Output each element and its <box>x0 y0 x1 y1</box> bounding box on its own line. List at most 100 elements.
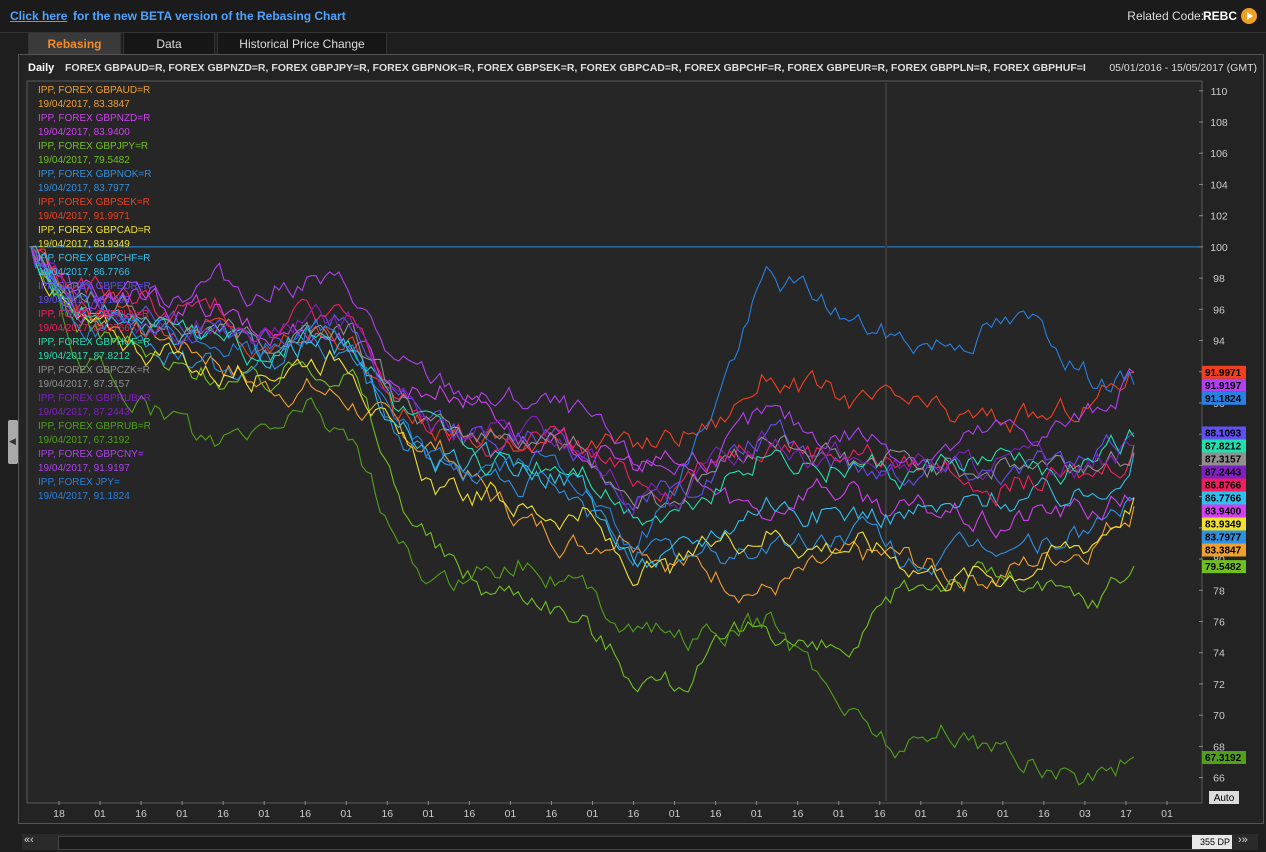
last-value-label: 83.9349 <box>1205 519 1242 530</box>
x-tick-label: 01 <box>587 808 599 820</box>
x-tick-label: 01 <box>94 808 106 820</box>
horizontal-scrollbar[interactable]: «‹ <box>22 834 1258 850</box>
legend-series-name: IPP, FOREX GBPPLN=R <box>38 309 149 320</box>
legend-series-value: 19/04/2017, 83.3847 <box>38 99 130 110</box>
y-tick-label: 74 <box>1213 648 1225 660</box>
beta-text: for the new BETA version of the Rebasing… <box>73 9 346 23</box>
legend-series-name: IPP, FOREX GBPNZD=R <box>38 113 150 124</box>
x-tick-label: 16 <box>299 808 311 820</box>
last-value-label: 87.3157 <box>1205 454 1242 465</box>
x-tick-label: 01 <box>1161 808 1173 820</box>
y-tick-label: 100 <box>1210 242 1228 254</box>
scroll-left-icon[interactable]: «‹ <box>24 834 34 846</box>
legend-series-name: IPP, FOREX GBPRUB=R <box>38 421 151 432</box>
legend-series-name: IPP, FOREX GBPCZK=R <box>38 365 150 376</box>
x-tick-label: 01 <box>669 808 681 820</box>
legend-series-name: IPP, FOREX GBPCNY= <box>38 449 144 460</box>
scroll-track[interactable] <box>58 836 1200 850</box>
last-value-label: 86.7766 <box>1205 493 1242 504</box>
chart-instruments: FOREX GBPAUD=R, FOREX GBPNZD=R, FOREX GB… <box>65 62 1086 74</box>
y-tick-label: 94 <box>1213 336 1225 348</box>
x-tick-label: 16 <box>710 808 722 820</box>
x-tick-label: 16 <box>956 808 968 820</box>
legend-series-name: IPP, FOREX GBPSEK=R <box>38 197 150 208</box>
x-tick-label: 01 <box>833 808 845 820</box>
legend-series-value: 19/04/2017, 87.3157 <box>38 379 130 390</box>
x-tick-label: 17 <box>1120 808 1132 820</box>
x-tick-label: 18 <box>53 808 65 820</box>
x-tick-label: 03 <box>1079 808 1091 820</box>
x-tick-label: 01 <box>505 808 517 820</box>
y-tick-label: 98 <box>1213 273 1225 285</box>
x-tick-label: 16 <box>217 808 229 820</box>
related-code-value[interactable]: REBC <box>1203 9 1237 23</box>
x-tick-label: 16 <box>874 808 886 820</box>
legend-series-value: 19/04/2017, 91.9197 <box>38 463 130 474</box>
last-value-label: 83.3847 <box>1205 545 1242 556</box>
legend-series-name: IPP, FOREX GBPCHF=R <box>38 253 150 264</box>
related-code-label: Related Code: <box>1127 9 1204 23</box>
last-value-label: 91.9197 <box>1205 381 1242 392</box>
last-value-label: 91.1824 <box>1205 394 1242 405</box>
legend-series-value: 19/04/2017, 87.2443 <box>38 407 130 418</box>
auto-button[interactable]: Auto <box>1209 791 1239 804</box>
legend-series-name: IPP, FOREX GBPJPY=R <box>38 141 148 152</box>
legend-series-name: IPP, FOREX GBPNOK=R <box>38 169 151 180</box>
legend-series-name: IPP, FOREX GBPRUB=R <box>38 393 151 404</box>
legend-series-value: 19/04/2017, 86.8766 <box>38 323 130 334</box>
legend-series-value: 19/04/2017, 83.7977 <box>38 183 130 194</box>
x-tick-label: 01 <box>997 808 1009 820</box>
legend-series-value: 19/04/2017, 79.5482 <box>38 155 130 166</box>
chart-frame: Daily FOREX GBPAUD=R, FOREX GBPNZD=R, FO… <box>18 54 1264 836</box>
x-tick-label: 01 <box>422 808 434 820</box>
last-value-label: 87.2443 <box>1205 467 1242 478</box>
rebasing-chart: Daily FOREX GBPAUD=R, FOREX GBPNZD=R, FO… <box>26 62 1257 836</box>
legend-series-value: 19/04/2017, 83.9400 <box>38 127 130 138</box>
scroll-right-icon[interactable]: ›» <box>1238 834 1248 846</box>
tab-rebasing[interactable]: Rebasing <box>28 32 121 54</box>
y-tick-label: 78 <box>1213 585 1225 597</box>
y-tick-label: 70 <box>1213 710 1225 722</box>
x-tick-label: 16 <box>464 808 476 820</box>
last-value-label: 83.9400 <box>1205 506 1242 517</box>
chart-date-range: 05/01/2016 - 15/05/2017 (GMT) <box>1109 62 1257 74</box>
x-tick-label: 01 <box>176 808 188 820</box>
y-tick-label: 76 <box>1213 617 1225 629</box>
x-tick-label: 16 <box>628 808 640 820</box>
tab-historical-price-change[interactable]: Historical Price Change <box>217 32 387 54</box>
x-tick-label: 16 <box>546 808 558 820</box>
last-value-label: 83.7977 <box>1205 532 1242 543</box>
chart-period: Daily <box>28 62 55 74</box>
legend-series-name: IPP, FOREX GBPCAD=R <box>38 225 151 236</box>
y-tick-label: 72 <box>1213 679 1225 691</box>
legend-series-value: 19/04/2017, 83.9349 <box>38 239 130 250</box>
last-value-label: 86.8766 <box>1205 480 1242 491</box>
legend-series-name: IPP, FOREX GBPEUR=R <box>38 281 151 292</box>
x-tick-label: 01 <box>340 808 352 820</box>
auto-label: Auto <box>1214 793 1235 804</box>
dp-count-field[interactable]: 355 DP <box>1192 835 1232 849</box>
x-tick-label: 16 <box>792 808 804 820</box>
play-icon[interactable] <box>1241 8 1257 24</box>
last-value-label: 88.1093 <box>1205 428 1242 439</box>
tab-data[interactable]: Data <box>123 32 215 54</box>
beta-link[interactable]: Click here <box>10 9 67 23</box>
x-tick-label: 01 <box>751 808 763 820</box>
legend-series-name: IPP, FOREX GBPHUF=R <box>38 337 150 348</box>
y-tick-label: 106 <box>1210 148 1228 160</box>
legend-series-value: 19/04/2017, 67.3192 <box>38 435 130 446</box>
legend-series-value: 19/04/2017, 91.9971 <box>38 211 130 222</box>
side-panel-handle[interactable]: ◀ <box>8 420 18 464</box>
x-tick-label: 01 <box>258 808 270 820</box>
y-tick-label: 108 <box>1210 117 1228 129</box>
legend-series-value: 19/04/2017, 87.8212 <box>38 351 130 362</box>
y-tick-label: 102 <box>1210 211 1228 223</box>
chevron-left-icon: ◀ <box>9 436 16 446</box>
legend-series-value: 19/04/2017, 88.1093 <box>38 295 130 306</box>
y-tick-label: 110 <box>1211 86 1228 98</box>
x-tick-label: 16 <box>381 808 393 820</box>
legend-series-name: IPP, FOREX GBPAUD=R <box>38 85 150 96</box>
legend-series-value: 19/04/2017, 91.1824 <box>38 491 130 502</box>
top-bar: Click here for the new BETA version of t… <box>0 0 1266 33</box>
last-value-label: 67.3192 <box>1205 753 1242 764</box>
